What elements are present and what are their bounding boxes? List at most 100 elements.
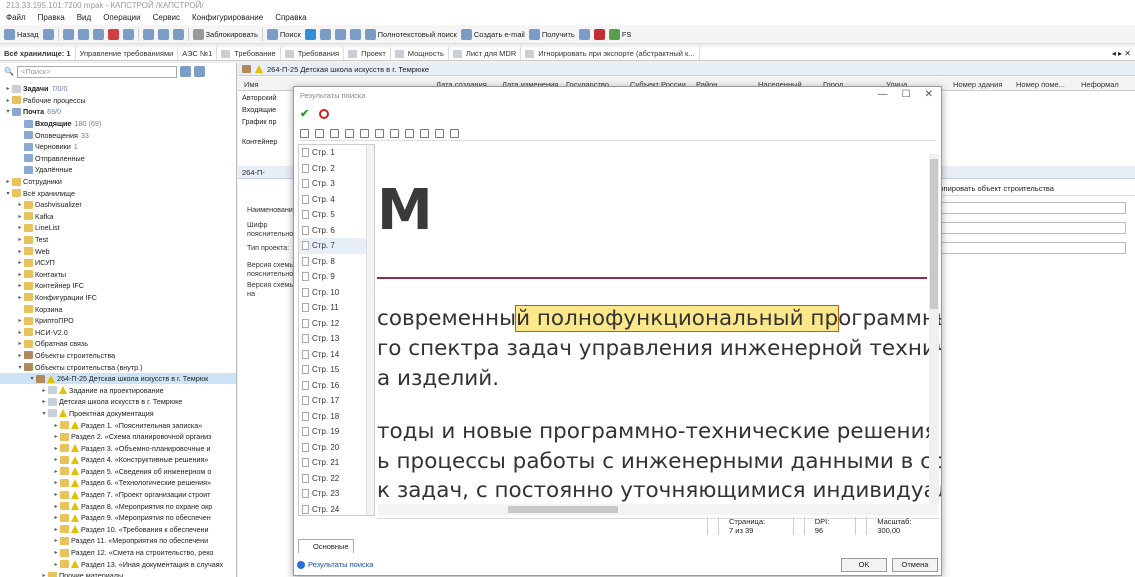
tree-item[interactable]: ▸ Детская школа искусств в г. Темрюке [0, 396, 236, 408]
tree-item[interactable]: Удалённые [0, 164, 236, 176]
tree-item[interactable]: ▾ Почта 69/0 [0, 106, 236, 118]
tree-item[interactable]: ▸ Kafka [0, 211, 236, 223]
ok-button[interactable]: OK [841, 558, 887, 572]
two-pages-icon[interactable] [360, 129, 369, 138]
tab-basic[interactable]: Основные [298, 539, 354, 553]
page-list-item[interactable]: Стр. 16 [299, 378, 374, 394]
expand-toggle-icon[interactable]: ▸ [16, 294, 24, 301]
page-list-item[interactable]: Стр. 21 [299, 455, 374, 471]
page-list-item[interactable]: Стр. 15 [299, 362, 374, 378]
tree-item[interactable]: Отправленные [0, 153, 236, 165]
menu-item[interactable]: Операции [103, 13, 140, 24]
expand-toggle-icon[interactable]: ▸ [52, 445, 60, 452]
print-icon[interactable] [390, 129, 399, 138]
grid-icon[interactable] [319, 28, 331, 40]
expand-toggle-icon[interactable]: ▸ [4, 85, 12, 92]
scrollbar-thumb[interactable] [930, 159, 938, 309]
menu-item[interactable]: Конфигурирование [192, 13, 263, 24]
expand-toggle-icon[interactable]: ▸ [52, 468, 60, 475]
back-button[interactable]: Назад [4, 28, 39, 40]
forward-icon[interactable] [42, 28, 54, 40]
expand-toggle-icon[interactable]: ▸ [16, 248, 24, 255]
zoom-out-icon[interactable] [330, 129, 339, 138]
tree-search-input[interactable]: <Поиск> [16, 65, 177, 78]
tree-item[interactable]: ▸ Рабочие процессы [0, 95, 236, 107]
page-list-item[interactable]: Стр. 24 [299, 502, 374, 516]
expand-toggle-icon[interactable]: ▾ [16, 364, 24, 371]
expand-toggle-icon[interactable]: ▸ [52, 503, 60, 510]
menu-item[interactable]: Сервис [153, 13, 180, 24]
tree-item[interactable]: ▾ Объекты строительства (внутр.) [0, 361, 236, 373]
tab[interactable]: Всё хранилище: 1 [0, 47, 76, 60]
expand-toggle-icon[interactable]: ▸ [16, 224, 24, 231]
checkmark-icon[interactable]: ✔ [300, 107, 309, 120]
expand-toggle-icon[interactable]: ▸ [52, 456, 60, 463]
page-list-item[interactable]: Стр. 22 [299, 471, 374, 487]
tree-item[interactable]: ▸ ИСУП [0, 257, 236, 269]
page-list-item[interactable]: Стр. 14 [299, 347, 374, 363]
page-list-item[interactable]: Стр. 2 [299, 161, 374, 177]
menu-item[interactable]: Файл [6, 13, 26, 24]
expand-toggle-icon[interactable]: ▸ [40, 398, 48, 405]
tree-item[interactable]: ▸ LineList [0, 222, 236, 234]
page-list-item[interactable]: Стр. 12 [299, 316, 374, 332]
tree-item[interactable]: Черновики 1 [0, 141, 236, 153]
expand-toggle-icon[interactable]: ▸ [52, 526, 60, 533]
tree-item[interactable]: ▸ Раздел 11. «Мероприятия по обеспечени [0, 535, 236, 547]
expand-toggle-icon[interactable]: ▾ [28, 375, 36, 382]
cut-icon[interactable] [62, 28, 74, 40]
expand-toggle-icon[interactable]: ▸ [52, 491, 60, 498]
page-list-item[interactable]: Стр. 7 [299, 238, 374, 254]
fit-height-icon[interactable] [420, 129, 429, 138]
attach-icon[interactable] [157, 28, 169, 40]
tree-item[interactable]: ▸ Раздел 3. «Объемно-планировочные и [0, 442, 236, 454]
lock-button[interactable]: Заблокировать [192, 28, 258, 40]
expand-toggle-icon[interactable]: ▸ [40, 572, 48, 577]
tab[interactable]: Мощность [391, 47, 449, 60]
page-list-item[interactable]: Стр. 23 [299, 486, 374, 502]
tree-item[interactable]: ▸ Обратная связь [0, 338, 236, 350]
expand-toggle-icon[interactable]: ▸ [4, 178, 12, 185]
tree-item[interactable]: ▸ НСИ-V2.0 [0, 326, 236, 338]
tree-item[interactable]: ▸ Раздел 8. «Мероприятия по охране окр [0, 500, 236, 512]
form-field[interactable] [936, 222, 1126, 234]
create-email-button[interactable]: Создать e-mail [460, 28, 525, 40]
cancel-button[interactable]: Отмена [892, 558, 938, 572]
table-row[interactable]: Авторский [238, 91, 294, 103]
user-icon[interactable] [593, 28, 605, 40]
tab[interactable]: Требования [281, 47, 345, 60]
copy-object-button[interactable]: Копировать объект строительства [935, 184, 1054, 193]
table-row[interactable]: Входящие [238, 103, 294, 115]
expand-toggle-icon[interactable]: ▸ [16, 201, 24, 208]
refresh-icon[interactable] [304, 28, 316, 40]
expand-toggle-icon[interactable]: ▸ [40, 387, 48, 394]
expand-toggle-icon[interactable]: ▸ [52, 561, 60, 568]
fulltext-search-button[interactable]: Полнотекстовый поиск [364, 28, 457, 40]
expand-toggle-icon[interactable]: ▾ [4, 108, 12, 115]
page-icon[interactable] [345, 129, 354, 138]
tree-item[interactable]: Оповещения 33 [0, 129, 236, 141]
tree-item[interactable]: ▸ Web [0, 245, 236, 257]
scrollbar-thumb[interactable] [508, 506, 618, 513]
form-field[interactable] [936, 242, 1126, 254]
preview-vertical-scrollbar[interactable] [929, 154, 939, 504]
expand-toggle-icon[interactable]: ▸ [52, 479, 60, 486]
menu-item[interactable]: Вид [77, 13, 91, 24]
tab[interactable]: АЭС №1 [178, 47, 218, 60]
page-list-item[interactable]: Стр. 13 [299, 331, 374, 347]
tree-item[interactable]: ▸ Раздел 5. «Сведения об инженерном о [0, 466, 236, 478]
tree-item[interactable]: ▸ Раздел 10. «Требования к обеспечени [0, 524, 236, 536]
tree-item[interactable]: ▸ Задачи 7/0/0 [0, 83, 236, 95]
maximize-icon[interactable]: ☐ [902, 89, 911, 100]
tree-item[interactable]: ▾ Проектная документация [0, 408, 236, 420]
sync-icon[interactable] [172, 28, 184, 40]
page-list-item[interactable]: Стр. 1 [299, 145, 374, 161]
form-field[interactable] [936, 202, 1126, 214]
tree-item[interactable]: ▸ Сотрудники [0, 176, 236, 188]
tree-item[interactable]: ▸ Раздел 2. «Схема планировочной организ [0, 431, 236, 443]
tree-item[interactable]: Входящие 180 (69) [0, 118, 236, 130]
help-icon[interactable] [193, 66, 205, 77]
page-list-item[interactable]: Стр. 8 [299, 254, 374, 270]
copy-icon[interactable] [77, 28, 89, 40]
expand-toggle-icon[interactable]: ▸ [4, 97, 12, 104]
